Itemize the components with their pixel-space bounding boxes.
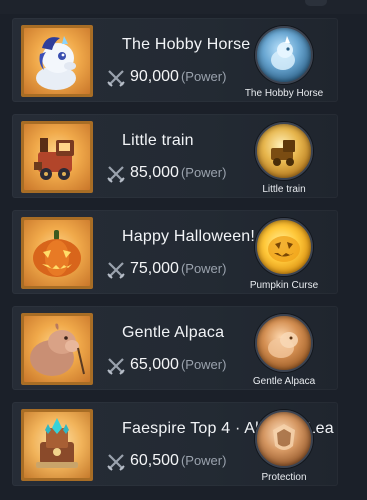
little-train-medal-icon[interactable] [255, 122, 313, 180]
crossed-swords-icon [107, 166, 125, 183]
item-thumbnail-frame [21, 409, 93, 481]
medal-label: Gentle Alpaca [252, 376, 316, 387]
crossed-swords-icon [107, 358, 125, 375]
item-title: Happy Halloween! [122, 228, 256, 245]
power-unit: (Power) [180, 357, 227, 372]
medal-label: The Hobby Horse [244, 88, 324, 99]
item-thumbnail-frame [21, 313, 93, 385]
crossed-swords-icon [107, 70, 125, 87]
list-item[interactable]: The Hobby Horse 90,000 (Power) The Hobby… [12, 18, 338, 102]
power-value: 60,500 [130, 452, 179, 469]
medal-label: Pumpkin Curse [249, 280, 319, 291]
power-value: 90,000 [130, 68, 179, 85]
item-thumbnail-frame [21, 25, 93, 97]
power-display: 75,000 (Power) [106, 260, 226, 280]
crossed-swords-icon [107, 262, 125, 279]
item-title: The Hobby Horse [122, 36, 251, 53]
power-display: 60,500 (Power) [106, 452, 226, 472]
list-item[interactable]: Faespire Top 4 · Alliance Lea 60,500 (Po… [12, 402, 338, 486]
power-value: 65,000 [130, 356, 179, 373]
power-display: 90,000 (Power) [106, 68, 226, 88]
power-value: 75,000 [130, 260, 179, 277]
top-strip [0, 0, 367, 14]
blue-unicorn-pony-icon [24, 28, 90, 94]
power-unit: (Power) [180, 453, 227, 468]
crossed-swords-icon [107, 454, 125, 471]
toy-train-icon [24, 124, 90, 190]
scroll-edge [305, 0, 327, 6]
power-unit: (Power) [180, 69, 227, 84]
pumpkin-curse-medal-icon[interactable] [255, 218, 313, 276]
power-display: 65,000 (Power) [106, 356, 226, 376]
item-title: Little train [122, 132, 194, 149]
alpaca-icon [24, 316, 90, 382]
item-title: Gentle Alpaca [122, 324, 225, 341]
power-unit: (Power) [180, 165, 227, 180]
list-item[interactable]: Little train 85,000 (Power) Little train [12, 114, 338, 198]
medal-label: Little train [262, 184, 306, 195]
power-unit: (Power) [180, 261, 227, 276]
item-thumbnail-frame [21, 121, 93, 193]
item-thumbnail-frame [21, 217, 93, 289]
power-value: 85,000 [130, 164, 179, 181]
crystal-throne-icon [24, 412, 90, 478]
gentle-alpaca-medal-icon[interactable] [255, 314, 313, 372]
hobby-horse-medal-icon[interactable] [255, 26, 313, 84]
list-item[interactable]: Gentle Alpaca 65,000 (Power) Gentle Alpa… [12, 306, 338, 390]
jack-o-lantern-icon [24, 220, 90, 286]
protection-medal-icon[interactable] [255, 410, 313, 468]
power-display: 85,000 (Power) [106, 164, 226, 184]
medal-label: Protection [261, 472, 307, 483]
list-item[interactable]: Happy Halloween! 75,000 (Power) Pumpkin … [12, 210, 338, 294]
